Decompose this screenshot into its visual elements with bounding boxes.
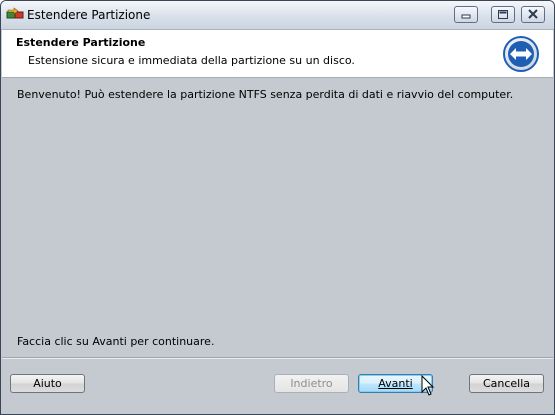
- welcome-text: Benvenuto! Può estendere la partizione N…: [17, 88, 514, 101]
- wizard-window: Estendere Partizione Estendere Partizion…: [0, 0, 555, 415]
- minimize-icon: [461, 14, 471, 19]
- next-button-label: Avanti: [378, 377, 413, 390]
- wizard-header: Estendere Partizione Estensione sicura e…: [2, 30, 553, 78]
- maximize-button[interactable]: [491, 6, 515, 23]
- partition-app-icon: [6, 7, 24, 23]
- header-title: Estendere Partizione: [16, 36, 146, 49]
- wizard-footer: Aiuto Indietro Avanti Cancella: [2, 359, 553, 414]
- close-icon: [528, 9, 538, 19]
- header-subtitle: Estensione sicura e immediata della part…: [28, 54, 355, 67]
- back-button[interactable]: Indietro: [274, 374, 349, 393]
- extend-arrows-icon: [503, 36, 539, 72]
- title-bar[interactable]: Estendere Partizione: [1, 1, 554, 30]
- maximize-icon: [498, 10, 508, 19]
- minimize-button[interactable]: [454, 6, 478, 23]
- close-button[interactable]: [521, 6, 545, 23]
- help-button[interactable]: Aiuto: [10, 374, 85, 393]
- continue-instruction: Faccia clic su Avanti per continuare.: [17, 335, 215, 348]
- cancel-button[interactable]: Cancella: [469, 374, 544, 393]
- mouse-pointer-icon: [421, 374, 435, 397]
- window-title: Estendere Partizione: [27, 8, 151, 22]
- wizard-content: Benvenuto! Può estendere la partizione N…: [2, 78, 553, 357]
